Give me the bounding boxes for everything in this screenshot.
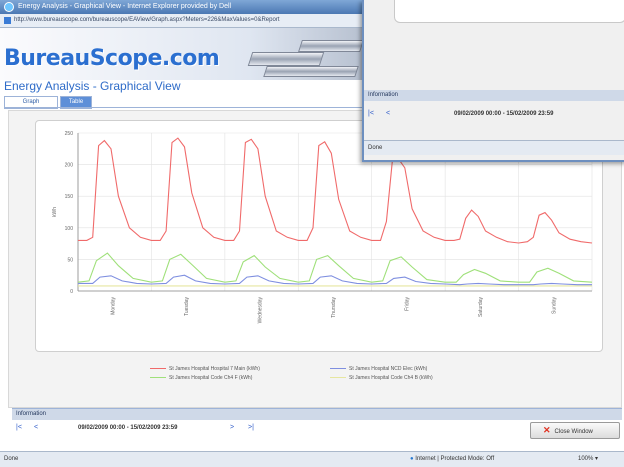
information-bar: Information (12, 408, 622, 420)
legend-item: St James Hospital Hospital 7 Main (kWh) (150, 366, 260, 372)
legend-swatch (330, 377, 346, 379)
banner-steel-bar (298, 40, 364, 52)
popup-status-text: Done (368, 145, 383, 151)
y-tick-label: 200 (65, 163, 74, 169)
popup-information-bar: Information (364, 90, 624, 101)
previous-period-button[interactable]: < (34, 424, 38, 431)
status-text: Done (4, 456, 19, 462)
legend-item: St James Hospital NCD Elec (kWh) (330, 366, 427, 372)
y-tick-label: 150 (65, 194, 74, 200)
legend-item: St James Hospital Code Ch4 F (kWh) (150, 375, 252, 381)
series-line (78, 274, 592, 286)
popup-status-bar: Done (364, 140, 624, 155)
legend-swatch (150, 368, 166, 370)
popup-first-button[interactable]: |< (368, 110, 374, 117)
window-title: Energy Analysis - Graphical View - Inter… (18, 3, 232, 10)
legend-label: St James Hospital Code Ch4 B (kWh) (349, 375, 433, 381)
security-zone[interactable]: ● Internet | Protected Mode: Off (410, 452, 494, 467)
y-axis-label: kWh (52, 207, 58, 217)
chart-legend: St James Hospital Hospital 7 Main (kWh) … (130, 364, 510, 386)
date-range: 09/02/2009 00:00 - 15/02/2009 23:59 (78, 425, 178, 431)
popup-information-label: Information (368, 92, 399, 98)
url-text[interactable]: http://www.bureauscope.com/bureauscope/E… (14, 17, 279, 23)
popup-window (362, 0, 624, 162)
x-tick-label: Tuesday (184, 297, 190, 316)
close-window-label: Close Window (554, 429, 593, 435)
chevron-down-icon: ▾ (595, 456, 599, 462)
site-logo[interactable]: BureauScope.com (4, 46, 220, 71)
globe-icon: ● (410, 456, 414, 462)
x-tick-label: Wednesday (258, 297, 264, 324)
zone-label: Internet | Protected Mode: Off (415, 456, 495, 462)
x-tick-label: Monday (111, 297, 117, 315)
last-period-button[interactable]: >| (248, 424, 254, 431)
x-tick-label: Saturday (478, 297, 484, 318)
banner-steel-bar (247, 52, 325, 66)
x-tick-label: Thursday (331, 297, 337, 318)
popup-chart-frame (394, 0, 624, 23)
legend-swatch (150, 377, 166, 379)
popup-date-navigation: |< < 09/02/2009 00:00 - 15/02/2009 23:59 (364, 104, 624, 124)
close-window-button[interactable]: ✕ Close Window (530, 422, 620, 439)
ie-icon (4, 2, 14, 12)
y-tick-label: 250 (65, 131, 74, 137)
popup-previous-button[interactable]: < (386, 110, 390, 117)
information-label: Information (16, 411, 47, 417)
zoom-label: 100% (578, 456, 594, 462)
y-tick-label: 50 (67, 257, 73, 263)
favicon-icon (4, 17, 11, 24)
close-icon: ✕ (543, 425, 551, 435)
legend-label: St James Hospital Hospital 7 Main (kWh) (169, 366, 260, 372)
x-tick-label: Friday (404, 297, 410, 311)
legend-label: St James Hospital NCD Elec (kWh) (349, 366, 428, 372)
y-tick-label: 100 (65, 226, 74, 232)
legend-item: St James Hospital Code Ch4 B (kWh) (330, 375, 433, 381)
page-title: Energy Analysis - Graphical View (4, 79, 181, 93)
legend-swatch (330, 368, 346, 370)
first-period-button[interactable]: |< (16, 424, 22, 431)
status-bar: Done ● Internet | Protected Mode: Off 10… (0, 451, 624, 467)
popup-date-range: 09/02/2009 00:00 - 15/02/2009 23:59 (454, 111, 554, 117)
next-period-button[interactable]: > (230, 424, 234, 431)
y-tick-label: 0 (70, 289, 73, 295)
legend-label: St James Hospital Code Ch4 F (kWh) (169, 375, 253, 381)
banner-steel-bar (263, 66, 359, 77)
zoom-level[interactable]: 100% ▾ (578, 452, 598, 467)
x-tick-label: Sunday (551, 297, 557, 314)
